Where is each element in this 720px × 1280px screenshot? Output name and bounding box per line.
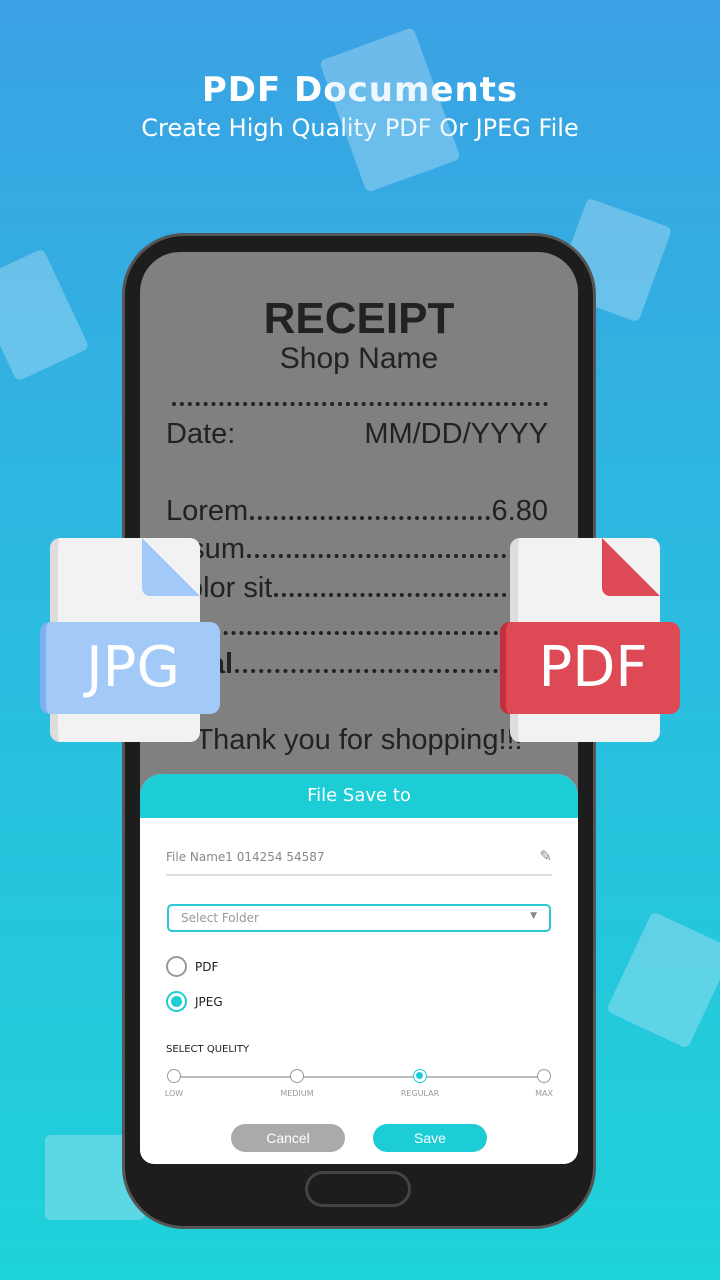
notepad-decoration-icon — [605, 911, 720, 1049]
quality-level-label: MAX — [535, 1089, 553, 1098]
quality-stop-max[interactable] — [537, 1069, 551, 1083]
quality-label: SELECT QUELITY — [166, 1044, 250, 1055]
quality-stop-regular[interactable] — [413, 1069, 427, 1083]
quality-level-label: LOW — [164, 1089, 184, 1098]
chevron-down-icon: ▼ — [530, 911, 537, 921]
file-save-dialog: File Save to File Name1 014254 54587 ✎ S… — [140, 774, 578, 1164]
pencil-icon[interactable]: ✎ — [539, 847, 552, 865]
document-decoration-icon — [319, 27, 461, 193]
receipt-total: Total13 — [166, 648, 548, 681]
divider — [172, 402, 548, 406]
folder-placeholder: Select Folder — [181, 911, 259, 925]
item-name: Lorem — [166, 495, 249, 527]
radio-icon — [166, 956, 187, 977]
receipt-item: Lorem 6.80 — [166, 495, 548, 528]
date-label: Date: — [166, 418, 236, 450]
select-folder-dropdown[interactable]: Select Folder ▼ — [167, 904, 551, 932]
receipt-title: RECEIPT — [263, 294, 455, 343]
quality-level-label: REGULAR — [400, 1089, 440, 1098]
item-value: 6.80 — [491, 495, 548, 527]
radio-pdf[interactable]: PDF — [166, 956, 218, 977]
quality-stop-low[interactable] — [167, 1069, 181, 1083]
radio-label: PDF — [195, 959, 219, 974]
jpg-file-icon: JPG — [40, 538, 220, 742]
quality-level-label: MEDIUM — [280, 1089, 314, 1098]
dialog-title: File Save to — [140, 774, 578, 818]
save-button[interactable]: Save — [373, 1124, 487, 1152]
pdf-file-icon: PDF — [500, 538, 680, 742]
document-decoration-icon — [0, 248, 90, 382]
home-button[interactable] — [305, 1171, 411, 1207]
jpg-label: JPG — [40, 622, 220, 714]
pdf-label: PDF — [500, 622, 680, 714]
file-name-input[interactable]: File Name1 014254 54587 ✎ — [166, 847, 552, 876]
radio-label: JPEG — [195, 994, 223, 1009]
date-value: MM/DD/YYYY — [364, 418, 548, 450]
quality-slider[interactable] — [174, 1076, 544, 1078]
receipt-item: Dolor sit1 — [166, 572, 548, 605]
file-name-value: File Name1 014254 54587 — [166, 850, 325, 864]
cancel-button[interactable]: Cancel — [231, 1124, 345, 1152]
radio-jpeg[interactable]: JPEG — [166, 991, 223, 1012]
quality-stop-medium[interactable] — [290, 1069, 304, 1083]
receipt-item: 2 — [166, 610, 548, 643]
radio-selected-icon — [166, 991, 187, 1012]
receipt-shop-name: Shop Name — [279, 342, 439, 375]
receipt-item: Ipsum5 — [166, 533, 548, 566]
receipt-date-row: Date: MM/DD/YYYY — [166, 418, 548, 451]
